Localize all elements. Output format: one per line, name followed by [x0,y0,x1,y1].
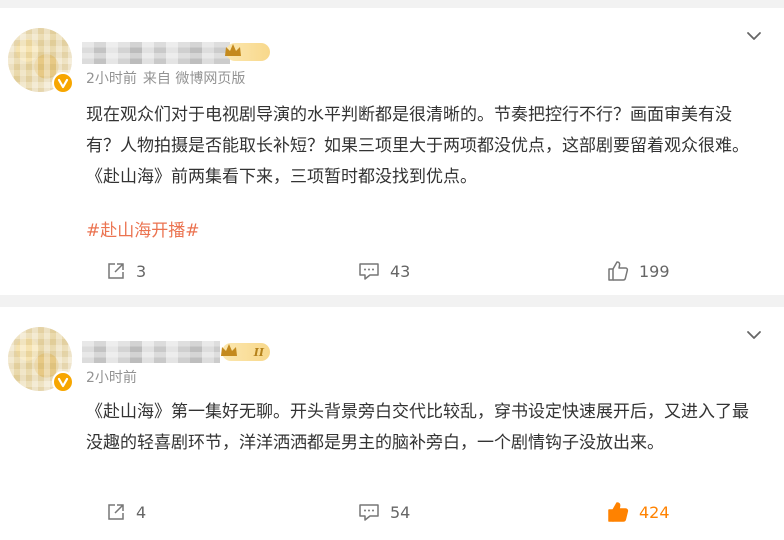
rank-label: II [253,345,264,359]
verified-icon [52,371,74,393]
action-bar: 3 43 199 [0,259,784,283]
like-count: 199 [639,261,670,281]
weibo-post-2: II 2小时前 《赴山海》第一集好无聊。开头背景旁白交代比较乱，穿书设定快速展开… [0,307,784,540]
crown-icon [225,44,241,56]
forward-count: 3 [136,261,147,281]
forward-icon [108,504,124,520]
like-count: 424 [639,502,670,522]
forward-button[interactable]: 3 [106,259,146,283]
username-blurred[interactable] [82,341,220,363]
chevron-down-icon[interactable] [746,28,762,44]
verified-icon [52,72,74,94]
comment-count: 43 [390,261,411,281]
comment-icon [359,263,379,280]
username-blurred[interactable] [82,42,230,64]
comment-icon [359,504,379,521]
crown-icon [221,344,237,356]
comment-button[interactable]: 54 [358,500,410,524]
like-icon [608,261,629,281]
chevron-down-icon[interactable] [746,327,762,343]
post-text: 《赴山海》第一集好无聊。开头背景旁白交代比较乱，穿书设定快速展开后，又进入了最没… [86,402,749,453]
topic-link[interactable]: #赴山海开播# [86,216,200,241]
post-text: 现在观众们对于电视剧导演的水平判断都是很清晰的。节奏把控行不行？画面审美有没有？… [86,105,749,187]
post-time[interactable]: 2小时前 [86,370,137,386]
post-meta: 2小时前 [86,367,143,387]
post-source: 来自 微博网页版 [142,71,246,87]
action-bar: 4 54 424 [0,500,784,524]
forward-count: 4 [136,502,147,522]
rank-badge: II [221,343,270,361]
like-button[interactable]: 199 [607,259,670,283]
like-button[interactable]: 424 [607,500,670,524]
like-icon [608,502,629,522]
rank-badge [225,43,270,61]
comment-count: 54 [390,502,411,522]
forward-icon [108,263,124,279]
comment-button[interactable]: 43 [358,259,410,283]
post-time[interactable]: 2小时前 [86,71,137,87]
post-meta: 2小时前 来自 微博网页版 [86,68,245,88]
forward-button[interactable]: 4 [106,500,146,524]
weibo-post-1: 2小时前 来自 微博网页版 现在观众们对于电视剧导演的水平判断都是很清晰的。节奏把… [0,8,784,295]
